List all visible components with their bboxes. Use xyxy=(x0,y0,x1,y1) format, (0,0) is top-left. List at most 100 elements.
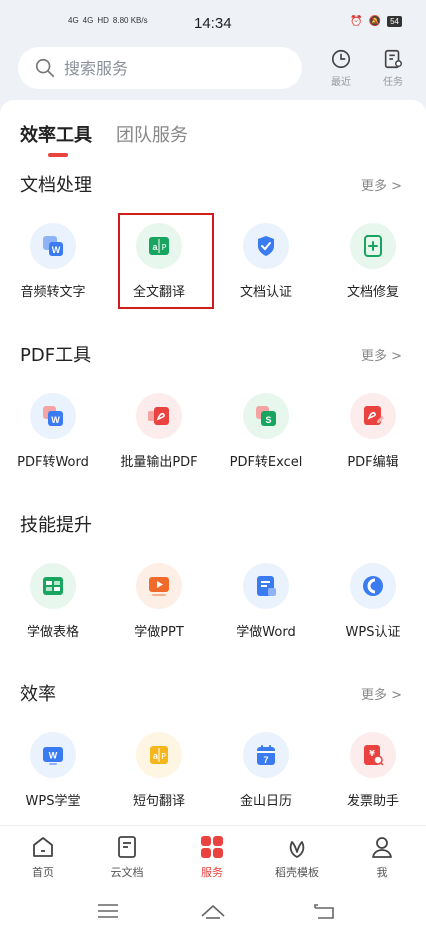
tool-wps-certify[interactable]: WPS认证 xyxy=(320,563,426,640)
tool-label: PDF转Excel xyxy=(229,455,303,470)
tool-learn-ppt[interactable]: 学做PPT xyxy=(106,563,212,640)
tool-calendar[interactable]: 7 金山日历 xyxy=(213,732,319,809)
more-pdf-button[interactable]: 更多 > xyxy=(361,345,402,364)
svg-text:P: P xyxy=(161,752,166,761)
back-icon[interactable] xyxy=(312,901,338,921)
tool-learn-word[interactable]: 学做Word xyxy=(213,563,319,640)
task-icon xyxy=(384,49,402,69)
tool-wps-school[interactable]: W WPS学堂 xyxy=(0,732,106,809)
wps-certify-icon xyxy=(350,563,396,609)
more-efficiency-button[interactable]: 更多 > xyxy=(361,684,402,703)
section-title-doc: 文档处理 xyxy=(20,175,92,196)
tool-pdf-edit[interactable]: PDF编辑 xyxy=(320,393,426,470)
selection-highlight xyxy=(118,213,214,309)
nav-template[interactable]: 稻壳模板 xyxy=(257,834,337,880)
nav-home[interactable]: 首页 xyxy=(3,834,83,880)
tool-doc-certify[interactable]: 文档认证 xyxy=(213,223,319,300)
batch-pdf-icon xyxy=(136,393,182,439)
doc-certify-icon xyxy=(243,223,289,269)
status-icons: ⏰ 🔕 54 xyxy=(350,16,402,27)
nav-cloud-doc[interactable]: 云文档 xyxy=(87,834,167,880)
nav-profile[interactable]: 我 xyxy=(342,834,422,880)
recent-button[interactable]: 最近 xyxy=(321,48,361,92)
tool-pdf-to-excel[interactable]: S PDF转Excel xyxy=(213,393,319,470)
template-icon xyxy=(289,841,305,858)
tool-pdf-to-word[interactable]: W PDF转Word xyxy=(0,393,106,470)
tab-efficiency-tools[interactable]: 效率工具 xyxy=(20,121,92,157)
cloud-doc-icon xyxy=(118,836,136,858)
tool-phrase-translate[interactable]: aP 短句翻译 xyxy=(106,732,212,809)
tool-label: 文档认证 xyxy=(239,285,292,300)
learn-ppt-icon xyxy=(136,563,182,609)
search-bar[interactable] xyxy=(18,47,302,89)
doc-repair-icon xyxy=(350,223,396,269)
profile-icon xyxy=(372,837,392,858)
network-1: 4G xyxy=(68,16,79,25)
tool-invoice[interactable]: ¥ 发票助手 xyxy=(320,732,426,809)
bottom-nav: 首页 云文档 服务 稻壳模板 我 xyxy=(0,825,426,885)
network-indicators: 4G 4G HD 8.80 KB/s xyxy=(68,16,148,25)
battery-icon: 54 xyxy=(387,16,402,27)
svg-text:W: W xyxy=(49,751,58,761)
clock: 14:34 xyxy=(194,15,232,32)
tool-label: 文档修复 xyxy=(346,285,399,300)
skills-grid: 学做表格 学做PPT 学做Word WPS认证 xyxy=(0,563,426,643)
svg-text:W: W xyxy=(51,415,60,425)
task-button[interactable]: 任务 xyxy=(373,48,413,92)
svg-text:¥: ¥ xyxy=(369,749,375,758)
tab-team-services[interactable]: 团队服务 xyxy=(116,121,188,147)
pdf-tools-grid: W PDF转Word 批量输出PDF S PDF转Excel PDF编辑 xyxy=(0,393,426,473)
efficiency-grid: W WPS学堂 aP 短句翻译 7 金山日历 ¥ 发票助手 xyxy=(0,732,426,812)
svg-text:S: S xyxy=(265,415,271,425)
clock-icon xyxy=(331,49,351,69)
services-icon xyxy=(201,836,223,858)
alarm-icon: ⏰ xyxy=(350,16,363,27)
menu-icon[interactable] xyxy=(95,901,121,921)
pdf-to-excel-icon: S xyxy=(243,393,289,439)
tool-label: 学做PPT xyxy=(134,625,184,640)
pdf-to-word-icon: W xyxy=(30,393,76,439)
network-2: 4G xyxy=(82,16,94,25)
services-card: 效率工具 团队服务 文档处理 更多 > W 音频转文字 aP 全文翻译 文档认证 xyxy=(0,100,426,825)
tool-learn-sheet[interactable]: 学做表格 xyxy=(0,563,106,640)
section-title-efficiency: 效率 xyxy=(20,684,56,705)
tool-label: WPS学堂 xyxy=(25,794,81,809)
search-icon xyxy=(35,58,55,78)
tool-label: 学做表格 xyxy=(26,625,79,640)
section-title-skills: 技能提升 xyxy=(20,515,92,536)
section-title-pdf: PDF工具 xyxy=(20,345,92,366)
home-icon xyxy=(33,837,53,857)
tool-label: 音频转文字 xyxy=(20,285,86,300)
tool-label: 发票助手 xyxy=(346,794,399,809)
nav-label: 稻壳模板 xyxy=(275,866,319,879)
net-speed: 8.80 KB/s xyxy=(112,16,148,25)
tool-doc-repair[interactable]: 文档修复 xyxy=(320,223,426,300)
nav-label: 我 xyxy=(376,866,388,879)
tool-label: 学做Word xyxy=(236,625,296,640)
mute-icon: 🔕 xyxy=(368,16,382,27)
tool-audio-to-text[interactable]: W 音频转文字 xyxy=(0,223,106,300)
tool-label: WPS认证 xyxy=(345,625,401,640)
home-gesture-icon[interactable] xyxy=(200,901,226,921)
svg-text:W: W xyxy=(52,245,61,255)
tab-bar: 效率工具 团队服务 xyxy=(20,121,188,157)
tool-label: 金山日历 xyxy=(239,794,292,809)
hd-badge: HD xyxy=(97,16,109,25)
learn-sheet-icon xyxy=(30,563,76,609)
calendar-icon: 7 xyxy=(243,732,289,778)
invoice-icon: ¥ xyxy=(350,732,396,778)
task-label: 任务 xyxy=(383,77,403,88)
nav-label: 服务 xyxy=(201,866,223,879)
audio-to-text-icon: W xyxy=(30,223,76,269)
tool-label: PDF编辑 xyxy=(347,455,399,470)
tool-batch-pdf[interactable]: 批量输出PDF xyxy=(106,393,212,470)
svg-text:7: 7 xyxy=(263,755,268,765)
search-input[interactable] xyxy=(64,58,264,78)
tool-label: 批量输出PDF xyxy=(120,455,198,470)
more-doc-button[interactable]: 更多 > xyxy=(361,175,402,194)
nav-services[interactable]: 服务 xyxy=(172,834,252,880)
system-nav-bar xyxy=(0,885,426,937)
learn-word-icon xyxy=(243,563,289,609)
wps-school-icon: W xyxy=(30,732,76,778)
tool-label: 短句翻译 xyxy=(132,794,185,809)
